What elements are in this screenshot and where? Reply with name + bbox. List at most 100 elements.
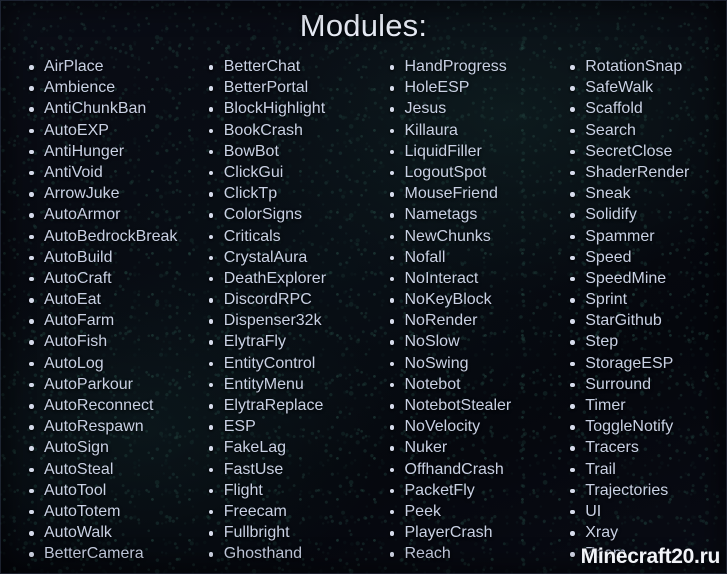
module-list-item: AutoLog bbox=[22, 353, 182, 374]
module-list-item: Timer bbox=[563, 395, 727, 416]
module-list-1: AirPlace Ambience AntiChunkBan AutoEXP AntiH… bbox=[22, 56, 182, 565]
module-list-item: AutoArmor bbox=[22, 204, 182, 225]
module-list-item: FastUse bbox=[202, 459, 364, 480]
module-list-item: AirPlace bbox=[22, 56, 182, 77]
module-list-item: StarGithub bbox=[563, 310, 727, 331]
module-list-item: Killaura bbox=[383, 120, 546, 141]
module-list-item: Nofall bbox=[383, 247, 546, 268]
module-list-2: BetterChat BetterPortal BlockHighlight Book… bbox=[202, 56, 364, 565]
module-list-item: Tracers bbox=[563, 437, 727, 458]
module-list-item: Nametags bbox=[383, 204, 546, 225]
module-list-item: AntiVoid bbox=[22, 162, 182, 183]
module-list-item: AutoCraft bbox=[22, 268, 182, 289]
module-column-4: RotationSnap SafeWalk Scaffold Search Secret… bbox=[545, 56, 727, 565]
module-list-item: ESP bbox=[202, 416, 364, 437]
module-list-item: ToggleNotify bbox=[563, 416, 727, 437]
module-list-item: BetterPortal bbox=[202, 77, 364, 98]
module-list-item: ElytraReplace bbox=[202, 395, 364, 416]
module-list-item: Jesus bbox=[383, 98, 546, 119]
module-list-item: ColorSigns bbox=[202, 204, 364, 225]
module-list-4: RotationSnap SafeWalk Scaffold Search Secret… bbox=[563, 56, 727, 565]
module-list-item: CrystalAura bbox=[202, 247, 364, 268]
module-list-item: HoleESP bbox=[383, 77, 546, 98]
module-list-item: NoSlow bbox=[383, 331, 546, 352]
module-list-item: SecretClose bbox=[563, 141, 727, 162]
module-list-item: AutoParkour bbox=[22, 374, 182, 395]
module-column-3: HandProgress HoleESP Jesus Killaura LiquidFi… bbox=[364, 56, 546, 565]
module-list-item: NoVelocity bbox=[383, 416, 546, 437]
module-list-item: ArrowJuke bbox=[22, 183, 182, 204]
module-list-item: Solidify bbox=[563, 204, 727, 225]
module-list-item: NoSwing bbox=[383, 353, 546, 374]
module-list-item: SafeWalk bbox=[563, 77, 727, 98]
module-list-item: AutoFarm bbox=[22, 310, 182, 331]
module-list-item: AutoReconnect bbox=[22, 395, 182, 416]
module-list-item: ElytraFly bbox=[202, 331, 364, 352]
module-list-item: LiquidFiller bbox=[383, 141, 546, 162]
module-list-item: BetterChat bbox=[202, 56, 364, 77]
module-list-item: BlockHighlight bbox=[202, 98, 364, 119]
module-list-item: EntityControl bbox=[202, 353, 364, 374]
module-list-item: ClickGui bbox=[202, 162, 364, 183]
page-title: Modules: bbox=[299, 8, 428, 43]
module-list-item: Reach bbox=[383, 543, 546, 564]
module-list-item: UI bbox=[563, 501, 727, 522]
module-list-item: Flight bbox=[202, 480, 364, 501]
module-list-item: AutoEat bbox=[22, 289, 182, 310]
module-list-item: AutoRespawn bbox=[22, 416, 182, 437]
module-list-item: Nuker bbox=[383, 437, 546, 458]
module-list-item: SpeedMine bbox=[563, 268, 727, 289]
module-list-item: AutoFish bbox=[22, 331, 182, 352]
module-list-item: AutoTool bbox=[22, 480, 182, 501]
module-list-item: OffhandCrash bbox=[383, 459, 546, 480]
module-list-item: AntiHunger bbox=[22, 141, 182, 162]
module-list-item: HandProgress bbox=[383, 56, 546, 77]
module-list-item: EntityMenu bbox=[202, 374, 364, 395]
module-list-item: NewChunks bbox=[383, 226, 546, 247]
module-list-item: Dispenser32k bbox=[202, 310, 364, 331]
module-list-item: Step bbox=[563, 331, 727, 352]
module-list-item: Xray bbox=[563, 522, 727, 543]
module-list-item: Peek bbox=[383, 501, 546, 522]
module-list-item: NoKeyBlock bbox=[383, 289, 546, 310]
module-list-item: StorageESP bbox=[563, 353, 727, 374]
module-list-item: Speed bbox=[563, 247, 727, 268]
module-list-item: Zoom bbox=[563, 543, 727, 564]
module-list-item: DiscordRPC bbox=[202, 289, 364, 310]
module-list-item: AntiChunkBan bbox=[22, 98, 182, 119]
module-list-item: NoRender bbox=[383, 310, 546, 331]
modules-screen: Modules: AirPlace Ambience AntiChunkBan Aut… bbox=[0, 0, 727, 574]
module-list-item: AutoBuild bbox=[22, 247, 182, 268]
module-list-item: AutoSign bbox=[22, 437, 182, 458]
module-list-item: Trail bbox=[563, 459, 727, 480]
module-list-item: Criticals bbox=[202, 226, 364, 247]
module-list-item: Notebot bbox=[383, 374, 546, 395]
module-column-1: AirPlace Ambience AntiChunkBan AutoEXP AntiH… bbox=[0, 56, 182, 565]
module-list-item: Sprint bbox=[563, 289, 727, 310]
module-list-item: AutoEXP bbox=[22, 120, 182, 141]
module-list-item: Ambience bbox=[22, 77, 182, 98]
module-list-3: HandProgress HoleESP Jesus Killaura LiquidFi… bbox=[383, 56, 546, 565]
module-list-item: PlayerCrash bbox=[383, 522, 546, 543]
module-list-item: Spammer bbox=[563, 226, 727, 247]
module-list-item: NoInteract bbox=[383, 268, 546, 289]
module-list-item: AutoWalk bbox=[22, 522, 182, 543]
module-list-item: DeathExplorer bbox=[202, 268, 364, 289]
module-list-item: Trajectories bbox=[563, 480, 727, 501]
module-list-item: Freecam bbox=[202, 501, 364, 522]
module-list-item: FakeLag bbox=[202, 437, 364, 458]
module-list-item: AutoBedrockBreak bbox=[22, 226, 182, 247]
module-list-item: BookCrash bbox=[202, 120, 364, 141]
module-list-item: PacketFly bbox=[383, 480, 546, 501]
module-list-item: NotebotStealer bbox=[383, 395, 546, 416]
module-list-item: RotationSnap bbox=[563, 56, 727, 77]
module-list-item: Fullbright bbox=[202, 522, 364, 543]
module-list-item: BetterCamera bbox=[22, 543, 182, 564]
module-list-item: Ghosthand bbox=[202, 543, 364, 564]
module-list-item: LogoutSpot bbox=[383, 162, 546, 183]
module-list-item: ClickTp bbox=[202, 183, 364, 204]
module-list-item: Sneak bbox=[563, 183, 727, 204]
module-list-item: Search bbox=[563, 120, 727, 141]
module-list-item: AutoTotem bbox=[22, 501, 182, 522]
module-list-item: AutoSteal bbox=[22, 459, 182, 480]
